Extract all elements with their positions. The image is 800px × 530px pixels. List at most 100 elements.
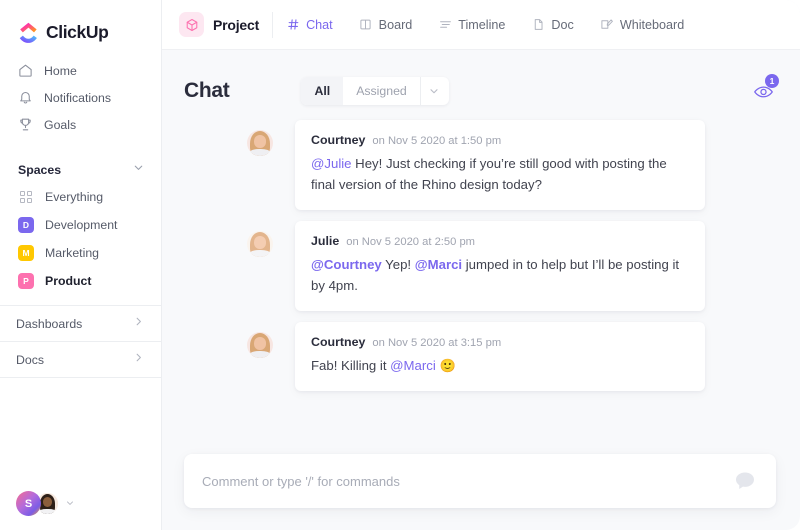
sidebar-item-goals[interactable]: Goals [0, 111, 161, 138]
dashboards-label: Dashboards [16, 317, 82, 331]
home-icon [18, 63, 33, 78]
watchers-count-badge: 1 [765, 74, 779, 88]
chevron-down-icon[interactable] [65, 495, 75, 513]
space-label: Marketing [45, 246, 99, 260]
chevron-down-icon [132, 161, 145, 179]
message-timestamp: on Nov 5 2020 at 1:50 pm [372, 135, 501, 147]
page-title: Chat [184, 79, 229, 103]
message-author: Courtney [311, 335, 365, 349]
doc-icon [531, 18, 545, 32]
sidebar-item-development[interactable]: D Development [0, 211, 161, 239]
sidebar-item-dashboards[interactable]: Dashboards [0, 306, 161, 341]
sidebar-item-home[interactable]: Home [0, 57, 161, 84]
spaces-label: Spaces [18, 163, 61, 177]
message-header: Courtney on Nov 5 2020 at 1:50 pm [311, 133, 689, 147]
comment-composer[interactable] [184, 454, 776, 508]
message-timestamp: on Nov 5 2020 at 3:15 pm [372, 337, 501, 349]
space-avatar-marketing: M [18, 245, 34, 261]
message-body: Fab! Killing it @Marci 🙂 [311, 355, 689, 376]
avatar[interactable] [247, 130, 273, 156]
message-header: Julie on Nov 5 2020 at 2:50 pm [311, 234, 689, 248]
space-label: Everything [45, 190, 103, 204]
sidebar-item-label: Notifications [44, 91, 111, 105]
chat-bubble-icon[interactable] [732, 468, 758, 494]
sidebar-divider [0, 377, 161, 378]
mention-marci[interactable]: @Marci [390, 358, 436, 373]
filter-chevron-down-icon[interactable] [420, 77, 449, 105]
watchers-button[interactable]: 1 [750, 78, 776, 104]
message-list: Courtney on Nov 5 2020 at 1:50 pm @Julie… [162, 112, 800, 454]
tab-whiteboard[interactable]: Whiteboard [587, 0, 697, 49]
cube-icon [179, 12, 204, 37]
message-item: Courtney on Nov 5 2020 at 3:15 pm Fab! K… [162, 322, 800, 391]
sidebar-item-marketing[interactable]: M Marketing [0, 239, 161, 267]
project-breadcrumb[interactable]: Project [179, 12, 273, 38]
message-card: Courtney on Nov 5 2020 at 1:50 pm @Julie… [295, 120, 705, 210]
view-tabs: Chat Board Timeline [273, 0, 697, 49]
space-avatar-development: D [18, 217, 34, 233]
tab-label: Board [379, 18, 413, 32]
message-header: Courtney on Nov 5 2020 at 3:15 pm [311, 335, 689, 349]
space-label: Product [45, 274, 91, 288]
tab-doc[interactable]: Doc [518, 0, 586, 49]
composer-area [162, 454, 800, 530]
message-card: Julie on Nov 5 2020 at 2:50 pm @Courtney… [295, 221, 705, 311]
emoji-smile: 🙂 [439, 358, 455, 373]
tab-label: Doc [551, 18, 573, 32]
chevron-right-icon [132, 351, 145, 369]
sidebar-item-label: Goals [44, 118, 76, 132]
workspace-avatar[interactable]: S [16, 491, 41, 516]
message-filter-toggle: All Assigned [301, 77, 448, 105]
mention-courtney[interactable]: @Courtney [311, 257, 382, 272]
tab-board[interactable]: Board [346, 0, 426, 49]
trophy-icon [18, 117, 33, 132]
sidebar-item-notifications[interactable]: Notifications [0, 84, 161, 111]
space-avatar-product: P [18, 273, 34, 289]
comment-input[interactable] [202, 474, 732, 489]
sidebar-item-everything[interactable]: Everything [0, 183, 161, 211]
message-item: Julie on Nov 5 2020 at 2:50 pm @Courtney… [162, 221, 800, 311]
space-label: Development [45, 218, 117, 232]
sidebar-item-docs[interactable]: Docs [0, 342, 161, 377]
message-body: @Courtney Yep! @Marci jumped in to help … [311, 254, 689, 296]
message-card: Courtney on Nov 5 2020 at 3:15 pm Fab! K… [295, 322, 705, 391]
mention-julie[interactable]: @Julie [311, 156, 352, 171]
timeline-icon [438, 18, 452, 32]
sidebar-item-product[interactable]: P Product [0, 267, 161, 295]
brand-name: ClickUp [46, 22, 108, 43]
topbar: Project Chat Board [162, 0, 800, 50]
message-author: Julie [311, 234, 339, 248]
filter-assigned-button[interactable]: Assigned [343, 77, 420, 105]
spaces-list: Everything D Development M Marketing P P… [0, 183, 161, 295]
clickup-logo-icon [18, 22, 39, 43]
mention-marci[interactable]: @Marci [415, 257, 462, 272]
message-text: Hey! Just checking if you’re still good … [311, 156, 667, 192]
chevron-right-icon [132, 315, 145, 333]
tab-label: Chat [306, 18, 333, 32]
primary-nav: Home Notifications [0, 48, 161, 138]
tab-chat[interactable]: Chat [273, 0, 346, 49]
bell-icon [18, 90, 33, 105]
message-text: Fab! Killing it [311, 358, 390, 373]
tab-label: Whiteboard [620, 18, 684, 32]
spaces-section-header[interactable]: Spaces [0, 157, 161, 183]
filter-all-button[interactable]: All [301, 77, 343, 105]
avatar[interactable] [247, 332, 273, 358]
sidebar-item-label: Home [44, 64, 77, 78]
brand-logo[interactable]: ClickUp [0, 0, 161, 48]
content-header: Chat All Assigned 1 [162, 50, 800, 112]
main-area: Project Chat Board [162, 0, 800, 530]
tab-timeline[interactable]: Timeline [425, 0, 518, 49]
whiteboard-icon [600, 18, 614, 32]
grid-icon [18, 189, 34, 205]
avatar[interactable] [247, 231, 273, 257]
sidebar-footer: S [0, 491, 161, 530]
message-timestamp: on Nov 5 2020 at 2:50 pm [346, 236, 475, 248]
project-title: Project [213, 17, 259, 33]
docs-label: Docs [16, 353, 44, 367]
message-author: Courtney [311, 133, 365, 147]
message-text: Yep! [382, 257, 415, 272]
board-icon [359, 18, 373, 32]
tab-label: Timeline [458, 18, 505, 32]
clickup-window: ClickUp Home Notifications [0, 0, 800, 530]
